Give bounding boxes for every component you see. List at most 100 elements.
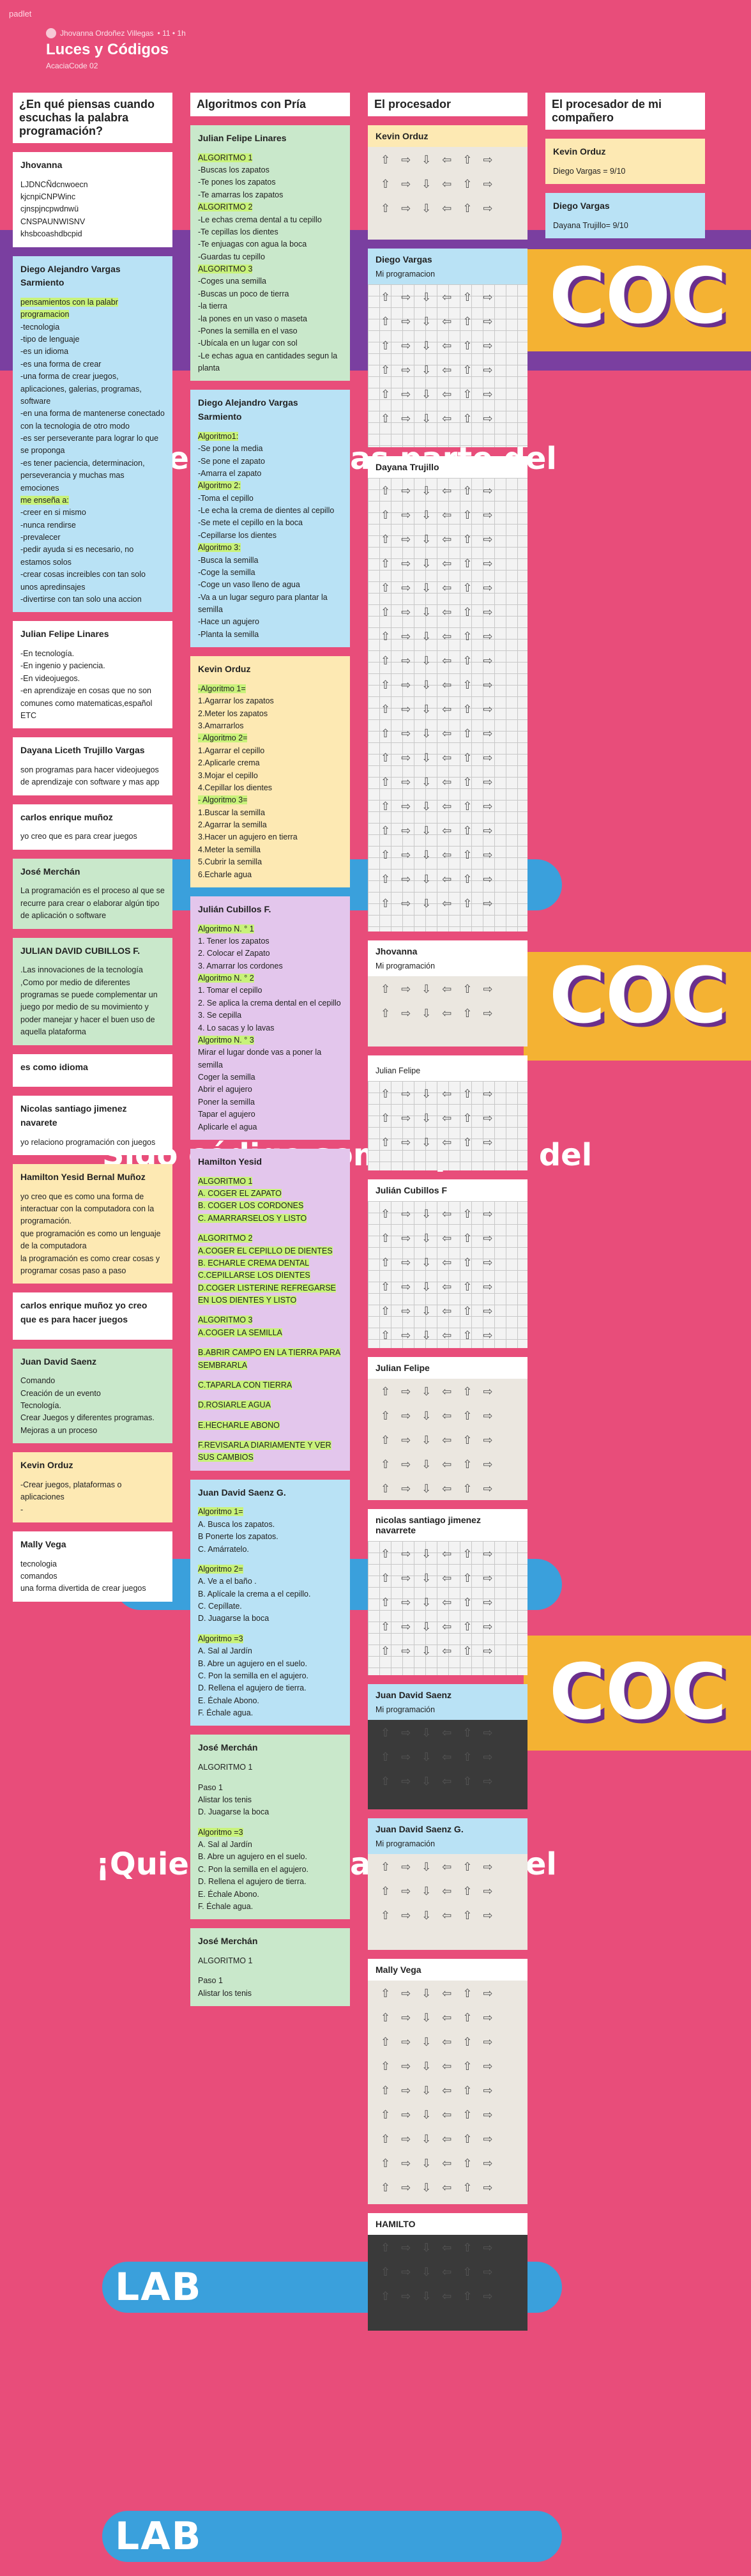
post-line [198, 1819, 342, 1827]
post-card[interactable]: Dayana Liceth Trujillo Vargas son program… [13, 737, 172, 795]
algorithm-heading: ALGORITMO 3 [198, 264, 253, 274]
post-body: Dayana Trujillo= 9/10 [553, 220, 628, 230]
post-line: 6.Echarle agua [198, 869, 342, 881]
arrow-icon-row: ⇧ ⇨ ⇩ ⇦ ⇧ ⇨ [381, 1280, 497, 1293]
post-card[interactable]: Jhovanna LJDNCÑdcnwoecn kjcnpiCNPWinc cjn… [13, 152, 172, 247]
post-author: Kevin Orduz [20, 1460, 73, 1471]
algorithm-heading: Algoritmo 3: [198, 543, 241, 553]
post-card[interactable]: Mally Vega ⇧ ⇨ ⇩ ⇦ ⇧ ⇨ ⇧ ⇨ ⇩ ⇦ ⇧ ⇨ ⇧ ⇨ ⇩ ⇦ … [368, 1959, 527, 2204]
post-line: Algoritmo N. ° 2 [198, 972, 342, 985]
algorithm-heading: -Algoritmo 1= [198, 684, 246, 693]
post-line [198, 1625, 342, 1633]
post-card[interactable]: Hamilton Yesid ALGORITMO 1 A. COGER EL ZAP… [190, 1148, 350, 1471]
arrow-icon-row: ⇧ ⇨ ⇩ ⇦ ⇧ ⇨ [381, 2108, 497, 2121]
post-card[interactable]: Nicolas santiago jimenez navarete yo rela… [13, 1096, 172, 1155]
post-card[interactable]: José Merchán ALGORITMO 1 Paso 1 Alistar los… [190, 1928, 350, 2007]
arrow-icon-row: ⇧ ⇨ ⇩ ⇦ ⇧ ⇨ [381, 1751, 497, 1763]
post-photo[interactable]: ⇧ ⇨ ⇩ ⇦ ⇧ ⇨ ⇧ ⇨ ⇩ ⇦ ⇧ ⇨ ⇧ ⇨ ⇩ ⇦ ⇧ ⇨ ⇧ ⇨ ⇩ ⇦… [368, 1201, 527, 1348]
algorithm-step: 2. Colocar el Zapato [198, 949, 270, 958]
post-card[interactable]: Julian Felipe Linares -En tecnología. -En… [13, 621, 172, 729]
algorithm-heading: Algoritmo1: [198, 431, 239, 441]
post-card[interactable]: Julián Cubillos F ⇧ ⇨ ⇩ ⇦ ⇧ ⇨ ⇧ ⇨ ⇩ ⇦ ⇧ ⇨ ⇧… [368, 1179, 527, 1348]
arrow-icon-row: ⇧ ⇨ ⇩ ⇦ ⇧ ⇨ [381, 630, 497, 643]
post-body: .Las innovaciones de la tecnología ,Como… [20, 965, 158, 1037]
post-body: -creer en si mismo -nunca rendirse -prev… [20, 508, 146, 604]
arrow-icon-row: ⇧ ⇨ ⇩ ⇦ ⇧ ⇨ [381, 800, 497, 813]
avatar[interactable] [46, 28, 56, 38]
post-line: D. Juagarse la boca [198, 1806, 342, 1818]
post-photo[interactable]: ⇧ ⇨ ⇩ ⇦ ⇧ ⇨ ⇧ ⇨ ⇩ ⇦ ⇧ ⇨ ⇧ ⇨ ⇩ ⇦ ⇧ ⇨ ⇧ ⇨ ⇩ ⇦… [368, 1379, 527, 1500]
post-card[interactable]: Juan David Saenz G. Algoritmo 1= A. Busca … [190, 1479, 350, 1726]
post-card[interactable]: Juan David Saenz Mi programación ⇧ ⇨ ⇩ ⇦ ⇧… [368, 1684, 527, 1809]
post-card[interactable]: Juan David Saenz G. Mi programación ⇧ ⇨ ⇩ … [368, 1818, 527, 1950]
post-card[interactable]: Jhovanna Mi programación ⇧ ⇨ ⇩ ⇦ ⇧ ⇨ ⇧ ⇨ ⇩ … [368, 940, 527, 1046]
post-card[interactable]: José Merchán ALGORITMO 1 Paso 1 Alistar los… [190, 1735, 350, 1920]
post-line: 2.Meter los zapatos [198, 708, 342, 720]
post-card[interactable]: carlos enrique muñoz yo creo que es para… [13, 1292, 172, 1340]
post-card[interactable]: Dayana Trujillo ⇧ ⇨ ⇩ ⇦ ⇧ ⇨ ⇧ ⇨ ⇩ ⇦ ⇧ ⇨ ⇧ ⇨… [368, 456, 527, 931]
post-card[interactable]: nicolas santiago jimenez navarrete ⇧ ⇨ ⇩ … [368, 1509, 527, 1675]
post-line: ALGORITMO 1 [198, 1176, 342, 1188]
post-photo[interactable]: ⇧ ⇨ ⇩ ⇦ ⇧ ⇨ ⇧ ⇨ ⇩ ⇦ ⇧ ⇨ ⇧ ⇨ ⇩ ⇦ ⇧ ⇨ [368, 1081, 527, 1170]
post-card[interactable]: Mally Vega tecnologia comandos una forma … [13, 1531, 172, 1602]
post-card[interactable]: Diego Alejandro Vargas Sarmiento pensamie… [13, 256, 172, 613]
post-card[interactable]: Julian Felipe Linares ALGORITMO 1 -Buscas … [190, 125, 350, 381]
post-line: A. COGER EL ZAPATO [198, 1188, 342, 1200]
post-header: Kevin Orduz [368, 125, 527, 147]
algorithm-step: Mirar el lugar donde vas a poner la semi… [198, 1048, 322, 1070]
arrow-icon-row: ⇧ ⇨ ⇩ ⇦ ⇧ ⇨ [381, 533, 497, 546]
post-card[interactable]: Diego Vargas Dayana Trujillo= 9/10 [545, 193, 705, 239]
algorithm-step: ALGORITMO 1 [198, 1763, 253, 1772]
post-photo[interactable]: ⇧ ⇨ ⇩ ⇦ ⇧ ⇨ ⇧ ⇨ ⇩ ⇦ ⇧ ⇨ ⇧ ⇨ ⇩ ⇦ ⇧ ⇨ [368, 147, 527, 240]
post-card[interactable]: Kevin Orduz Diego Vargas = 9/10 [545, 139, 705, 185]
post-card[interactable]: HAMILTO ⇧ ⇨ ⇩ ⇦ ⇧ ⇨ ⇧ ⇨ ⇩ ⇦ ⇧ ⇨ ⇧ ⇨ ⇩ ⇦ ⇧ ⇨ [368, 2213, 527, 2331]
post-photo[interactable]: ⇧ ⇨ ⇩ ⇦ ⇧ ⇨ ⇧ ⇨ ⇩ ⇦ ⇧ ⇨ [368, 976, 527, 1046]
post-author: Diego Vargas [553, 201, 610, 211]
post-author: Juan David Saenz [376, 1690, 452, 1700]
post-line: 3.Amarrarlos [198, 720, 342, 732]
algorithm-heading: C. AMARRARSELOS Y LISTO [198, 1213, 307, 1223]
post-card[interactable]: Kevin Orduz -Algoritmo 1= 1.Agarrar los za… [190, 656, 350, 887]
algorithm-step: 2.Meter los zapatos [198, 709, 268, 718]
post-card[interactable]: Diego Vargas Mi programacion ⇧ ⇨ ⇩ ⇦ ⇧ ⇨ ⇧ … [368, 249, 527, 447]
post-author: Juan David Saenz G. [198, 1487, 286, 1498]
post-card[interactable]: JULIAN DAVID CUBILLOS F. .Las innovacione… [13, 937, 172, 1045]
padlet-logo[interactable]: padlet [9, 9, 31, 19]
post-photo[interactable]: ⇧ ⇨ ⇩ ⇦ ⇧ ⇨ ⇧ ⇨ ⇩ ⇦ ⇧ ⇨ ⇧ ⇨ ⇩ ⇦ ⇧ ⇨ [368, 1854, 527, 1950]
post-card[interactable]: Kevin Orduz ⇧ ⇨ ⇩ ⇦ ⇧ ⇨ ⇧ ⇨ ⇩ ⇦ ⇧ ⇨ ⇧ ⇨ ⇩ ⇦… [368, 125, 527, 240]
post-card[interactable]: José Merchán La programación es el proces… [13, 858, 172, 929]
post-photo[interactable]: ⇧ ⇨ ⇩ ⇦ ⇧ ⇨ ⇧ ⇨ ⇩ ⇦ ⇧ ⇨ ⇧ ⇨ ⇩ ⇦ ⇧ ⇨ ⇧ ⇨ ⇩ ⇦… [368, 478, 527, 931]
post-line: 4. Lo sacas y lo lavas [198, 1022, 342, 1034]
post-line: -Le echa la crema de dientes al cepillo [198, 505, 342, 517]
arrow-icon-row: ⇧ ⇨ ⇩ ⇦ ⇧ ⇨ [381, 1409, 497, 1422]
post-photo[interactable]: ⇧ ⇨ ⇩ ⇦ ⇧ ⇨ ⇧ ⇨ ⇩ ⇦ ⇧ ⇨ ⇧ ⇨ ⇩ ⇦ ⇧ ⇨ ⇧ ⇨ ⇩ ⇦… [368, 284, 527, 447]
post-card[interactable]: Julián Cubillos F. Algoritmo N. ° 1 1. Te… [190, 896, 350, 1140]
post-photo[interactable]: ⇧ ⇨ ⇩ ⇦ ⇧ ⇨ ⇧ ⇨ ⇩ ⇦ ⇧ ⇨ ⇧ ⇨ ⇩ ⇦ ⇧ ⇨ ⇧ ⇨ ⇩ ⇦… [368, 1981, 527, 2204]
post-line: 2. Se aplica la crema dental en el cepil… [198, 997, 342, 1009]
post-line: C. AMARRARSELOS Y LISTO [198, 1213, 342, 1225]
post-body: -En tecnología. -En ingenio y paciencia.… [20, 649, 153, 720]
post-line: C. Pon la semilla en el agujero. [198, 1670, 342, 1682]
post-line: A.COGER LA SEMILLA [198, 1327, 342, 1339]
post-card[interactable]: Hamilton Yesid Bernal Muñoz yo creo que e… [13, 1163, 172, 1284]
post-card[interactable]: Kevin Orduz -Crear juegos, plataformas o … [13, 1452, 172, 1522]
post-card[interactable]: Julian Felipe ⇧ ⇨ ⇩ ⇦ ⇧ ⇨ ⇧ ⇨ ⇩ ⇦ ⇧ ⇨ ⇧ ⇨ ⇩… [368, 1055, 527, 1170]
algorithm-step: Poner la semilla [198, 1097, 255, 1107]
post-card[interactable]: Julian Felipe ⇧ ⇨ ⇩ ⇦ ⇧ ⇨ ⇧ ⇨ ⇩ ⇦ ⇧ ⇨ ⇧ ⇨ ⇩… [368, 1357, 527, 1500]
post-author: Julian Felipe Linares [198, 133, 287, 143]
arrow-icon-row: ⇧ ⇨ ⇩ ⇦ ⇧ ⇨ [381, 1434, 497, 1446]
algorithm-heading: ALGORITMO 1 [198, 1176, 253, 1186]
post-line: 2. Colocar el Zapato [198, 947, 342, 960]
post-line: A.COGER EL CEPILLO DE DIENTES [198, 1245, 342, 1257]
post-line: A. Ve a el baño . [198, 1575, 342, 1588]
post-photo[interactable]: ⇧ ⇨ ⇩ ⇦ ⇧ ⇨ ⇧ ⇨ ⇩ ⇦ ⇧ ⇨ ⇧ ⇨ ⇩ ⇦ ⇧ ⇨ [368, 1720, 527, 1809]
post-card[interactable]: carlos enrique muñoz yo creo que es para … [13, 804, 172, 850]
post-photo[interactable]: ⇧ ⇨ ⇩ ⇦ ⇧ ⇨ ⇧ ⇨ ⇩ ⇦ ⇧ ⇨ ⇧ ⇨ ⇩ ⇦ ⇧ ⇨ [368, 2235, 527, 2331]
post-photo[interactable]: ⇧ ⇨ ⇩ ⇦ ⇧ ⇨ ⇧ ⇨ ⇩ ⇦ ⇧ ⇨ ⇧ ⇨ ⇩ ⇦ ⇧ ⇨ ⇧ ⇨ ⇩ ⇦… [368, 1541, 527, 1675]
post-author: Dayana Trujillo [376, 462, 439, 472]
post-body: yo relaciono programación con juegos [20, 1137, 156, 1147]
post-card[interactable]: es como idioma [13, 1054, 172, 1087]
post-line [198, 1432, 342, 1439]
post-card[interactable]: Juan David Saenz Comando Creación de un e… [13, 1348, 172, 1444]
post-card[interactable]: Diego Alejandro Vargas Sarmiento Algoritm… [190, 390, 350, 648]
